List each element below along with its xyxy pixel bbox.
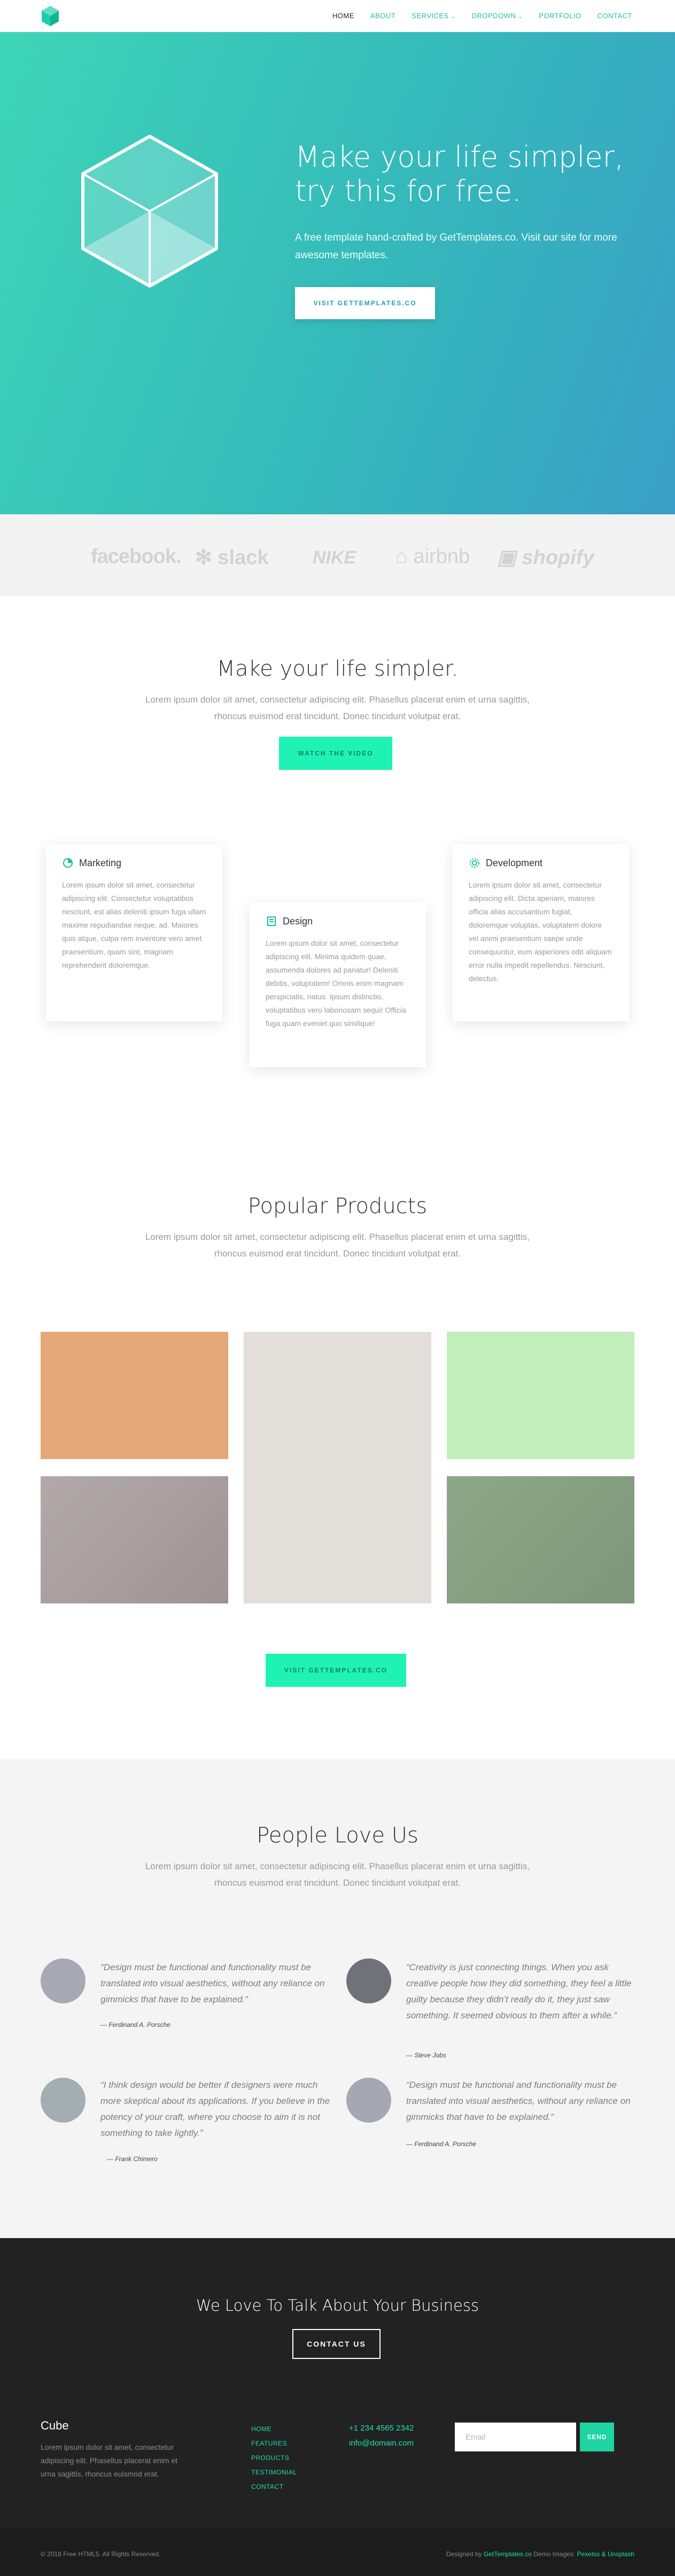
credits-prefix: Designed by xyxy=(446,2550,484,2558)
footer-link-contact[interactable]: CONTACT xyxy=(251,2480,297,2494)
testimonial-quote: “I think design would be better if desig… xyxy=(100,2080,330,2138)
nav-portfolio[interactable]: PORTFOLIO xyxy=(539,12,581,20)
airbnb-logo: ⌂ airbnb xyxy=(395,545,470,568)
testimonial-author: — Frank Chimero xyxy=(107,2155,158,2163)
footer-link-testimonial[interactable]: TESTIMONIAL xyxy=(251,2465,297,2480)
nav-services-label: SERVICES xyxy=(412,12,449,20)
intro-title: Make your life simpler. xyxy=(216,657,459,681)
footer-phone[interactable]: +1 234 4565 2342 xyxy=(349,2421,414,2436)
nike-logo: NIKE xyxy=(313,547,356,568)
feature-text: Lorem ipsum dolor sit amet, consectetur … xyxy=(266,939,406,1028)
visit-gettemplates-button[interactable]: VISIT GETTEMPLATES.CO xyxy=(266,1654,406,1687)
pie-chart-icon xyxy=(63,858,73,868)
feature-card-design: Design Lorem ipsum dolor sit amet, conse… xyxy=(250,903,426,1067)
newsletter-email-input[interactable] xyxy=(455,2423,576,2451)
facebook-logo: facebook. xyxy=(91,545,181,568)
feature-title: Development xyxy=(486,857,543,868)
testimonial-quote: “Creativity is just connecting things. W… xyxy=(406,1962,632,2020)
footer-link-home[interactable]: HOME xyxy=(251,2422,297,2436)
credits: Designed by GetTemplates.co Demo Images:… xyxy=(446,2550,634,2558)
gear-icon xyxy=(470,858,479,868)
avatar xyxy=(41,2078,86,2123)
hero-title: Make your life simpler, try this for fre… xyxy=(295,140,637,209)
nav-contact[interactable]: CONTACT xyxy=(598,12,632,20)
airbnb-logo-text: airbnb xyxy=(413,545,470,568)
feature-card-development: Development Lorem ipsum dolor sit amet, … xyxy=(453,844,629,1021)
slack-hash-icon: ✻ xyxy=(195,546,218,569)
feature-card-marketing: Marketing Lorem ipsum dolor sit amet, co… xyxy=(46,844,222,1021)
products-title: Popular Products xyxy=(247,1194,428,1218)
feature-card-header: Development xyxy=(469,857,613,869)
product-image[interactable] xyxy=(447,1332,634,1459)
cta-footer-section xyxy=(0,2238,675,2528)
chevron-down-icon: ⌄ xyxy=(451,14,456,20)
avatar xyxy=(346,2078,391,2123)
hero-title-line2: try this for free. xyxy=(295,174,522,208)
product-image[interactable] xyxy=(41,1332,228,1459)
intro-text: Lorem ipsum dolor sit amet, consectetur … xyxy=(145,695,530,721)
feature-title: Marketing xyxy=(79,857,122,868)
nav-dropdown-label: DROPDOWN xyxy=(471,12,516,20)
shopify-bag-icon: ▣ xyxy=(497,546,522,569)
nav-dropdown[interactable]: DROPDOWN ⌄ xyxy=(472,12,523,20)
hero-title-line1: Make your life simpler, xyxy=(295,140,624,174)
products-text: Lorem ipsum dolor sit amet, consectetur … xyxy=(145,1232,530,1259)
footer-contact: +1 234 4565 2342 info@domain.com xyxy=(349,2421,414,2451)
feature-card-header: Design xyxy=(266,915,410,927)
visit-gettemplates-button[interactable]: VISIT GETTEMPLATES.CO xyxy=(295,287,435,319)
credits-link-images[interactable]: Pexelso & Unsplash xyxy=(577,2550,634,2558)
slack-logo: ✻ slack xyxy=(195,545,269,569)
slack-logo-text: slack xyxy=(218,546,269,569)
footer-link-features[interactable]: FEATURES xyxy=(251,2436,297,2451)
footer-brand: Cube xyxy=(41,2419,69,2432)
copyright: © 2018 Free HTML5. All Rights Reserved. xyxy=(41,2550,161,2558)
chevron-down-icon: ⌄ xyxy=(518,14,523,20)
credits-mid: Demo Images: xyxy=(531,2550,577,2558)
feature-title: Design xyxy=(283,915,313,927)
top-navbar: HOME ABOUT SERVICES ⌄ DROPDOWN ⌄ PORTFOLIO… xyxy=(0,0,675,32)
send-button[interactable]: SEND xyxy=(580,2423,614,2451)
nav-about[interactable]: ABOUT xyxy=(370,12,395,20)
avatar xyxy=(346,1958,391,2003)
cta-title: We Love To Talk About Your Business xyxy=(196,2296,479,2315)
main-menu: HOME ABOUT SERVICES ⌄ DROPDOWN ⌄ PORTFOLIO… xyxy=(332,12,632,20)
testimonial-author: — Steve Jobs xyxy=(406,2051,446,2059)
hero-subtitle: A free template hand-crafted by GetTempl… xyxy=(295,232,617,261)
airbnb-mark-icon: ⌂ xyxy=(395,545,414,568)
client-logos-strip: facebook. ✻ slack NIKE ⌂ airbnb ▣ shopif… xyxy=(0,514,675,596)
feature-text: Lorem ipsum dolor sit amet, consectetur … xyxy=(62,881,206,969)
testimonial-quote: “Design must be functional and functiona… xyxy=(406,2080,631,2122)
cube-logo-icon[interactable] xyxy=(41,5,60,27)
product-image[interactable] xyxy=(41,1476,228,1603)
product-image[interactable] xyxy=(244,1332,431,1603)
testimonial-author: — Ferdinand A. Porsche xyxy=(100,2021,170,2029)
nav-home[interactable]: HOME xyxy=(332,12,354,20)
book-icon xyxy=(267,916,276,926)
footer-link-products[interactable]: PRODUCTS xyxy=(251,2451,297,2465)
nav-services[interactable]: SERVICES ⌄ xyxy=(412,12,455,20)
product-image[interactable] xyxy=(447,1476,634,1603)
feature-card-header: Marketing xyxy=(62,857,206,869)
shopify-logo: ▣ shopify xyxy=(497,545,594,569)
contact-us-button[interactable]: CONTACT US xyxy=(292,2329,381,2359)
footer-text: Lorem ipsum dolor sit amet, consectetur … xyxy=(41,2443,178,2478)
footer-email-link[interactable]: info@domain.com xyxy=(349,2436,414,2451)
testimonial-quote: “Design must be functional and functiona… xyxy=(100,1962,325,2004)
feature-text: Lorem ipsum dolor sit amet, consectetur … xyxy=(469,881,612,983)
footer-links: HOME FEATURES PRODUCTS TESTIMONIAL CONTA… xyxy=(251,2422,297,2494)
watch-video-button[interactable]: WATCH THE VIDEO xyxy=(279,737,392,770)
testimonials-title: People Love Us xyxy=(257,1823,418,1848)
cube-illustration-icon xyxy=(81,135,218,288)
testimonial-author: — Ferdinand A. Porsche xyxy=(406,2140,476,2148)
avatar xyxy=(41,1958,86,2003)
testimonials-text: Lorem ipsum dolor sit amet, consectetur … xyxy=(145,1861,530,1888)
shopify-logo-text: shopify xyxy=(522,546,594,569)
credits-link-gettemplates[interactable]: GetTemplates.co xyxy=(484,2550,532,2558)
